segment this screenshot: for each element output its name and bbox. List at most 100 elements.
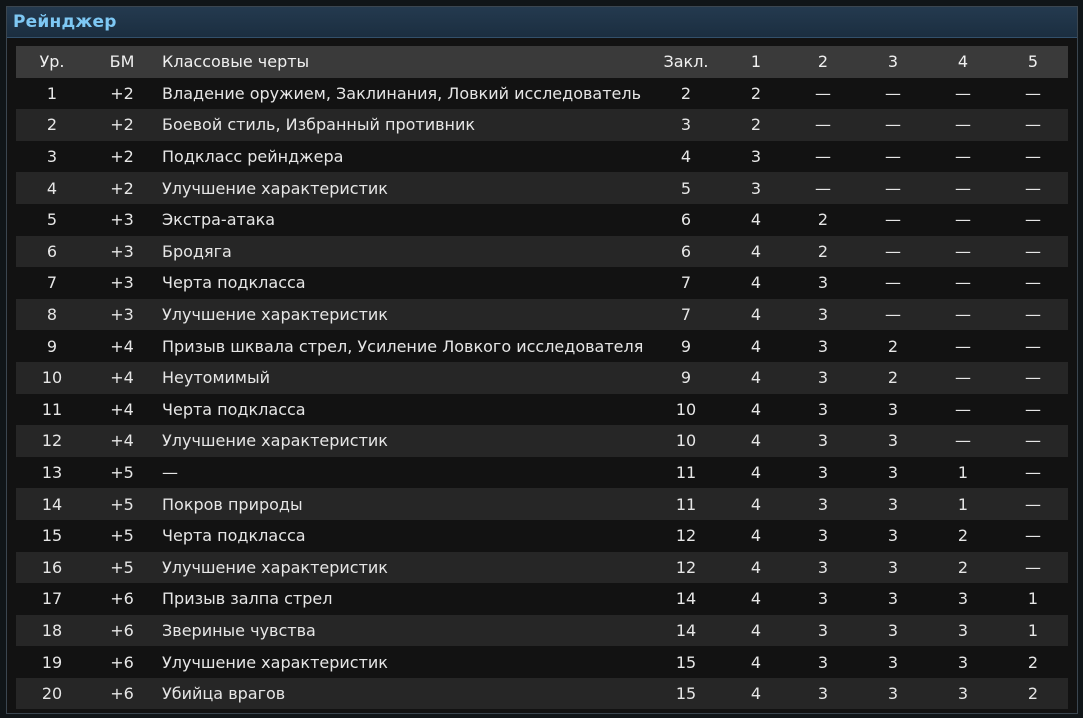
cell-slot-1: 4 <box>750 305 762 325</box>
cell-level: 8 <box>46 305 58 325</box>
table-row: 1 +2 Владение оружием, Заклинания, Ловкий … <box>16 77 1068 110</box>
cell-proficiency-bonus: +4 <box>110 399 134 419</box>
cell-class-features: Призыв залпа стрел <box>162 589 333 609</box>
table-row: 15 +5 Черта подкласса 12 4 3 3 2 — <box>16 519 1068 552</box>
cell-slot-1: 2 <box>750 115 762 135</box>
cell-slot-1: 4 <box>750 589 762 609</box>
cell-slot-1: 4 <box>750 652 762 672</box>
cell-slot-3: 3 <box>887 494 899 514</box>
cell-slot-3: 3 <box>887 526 899 546</box>
cell-slot-3: 2 <box>887 368 899 388</box>
cell-slot-5: — <box>1025 241 1041 261</box>
cell-class-features: Неутомимый <box>162 368 271 388</box>
cell-slot-4: — <box>955 83 971 103</box>
panel-title: Рейнджер <box>13 12 117 32</box>
cell-level: 18 <box>41 620 63 640</box>
cell-class-features: Звериные чувства <box>162 620 316 640</box>
cell-slot-2: 3 <box>817 589 829 609</box>
cell-slot-3: 3 <box>887 399 899 419</box>
header-class-features: Классовые черты <box>162 52 310 72</box>
cell-level: 14 <box>41 494 63 514</box>
cell-slot-4: — <box>955 241 971 261</box>
cell-slot-2: 3 <box>817 526 829 546</box>
table-row: 16 +5 Улучшение характеристик 12 4 3 3 2 — <box>16 551 1068 584</box>
cell-slot-3: 3 <box>887 620 899 640</box>
cell-slot-5: — <box>1025 115 1041 135</box>
table-row: 8 +3 Улучшение характеристик 7 4 3 — — — <box>16 298 1068 331</box>
cell-slot-4: — <box>955 178 971 198</box>
cell-slot-1: 4 <box>750 463 762 483</box>
table-row: 9 +4 Призыв шквала стрел, Усиление Ловкого… <box>16 330 1068 362</box>
cell-slot-2: 3 <box>817 368 829 388</box>
cell-slot-5: — <box>1025 526 1041 546</box>
table-row: 11 +4 Черта подкласса 10 4 3 3 — — <box>16 393 1068 426</box>
cell-level: 20 <box>41 684 63 704</box>
cell-slot-2: — <box>815 115 831 135</box>
cell-slot-5: — <box>1025 399 1041 419</box>
cell-class-features: Подкласс рейнджера <box>162 147 344 167</box>
cell-spells-known: 10 <box>675 431 697 451</box>
cell-proficiency-bonus: +6 <box>110 684 134 704</box>
cell-slot-2: 3 <box>817 305 829 325</box>
cell-slot-2: 3 <box>817 273 829 293</box>
cell-slot-5: — <box>1025 494 1041 514</box>
table-row: 2 +2 Боевой стиль, Избранный противник 3 2 — —… <box>16 109 1068 141</box>
header-slot-4: 4 <box>957 52 969 72</box>
cell-level: 13 <box>41 463 63 483</box>
cell-slot-1: 4 <box>750 526 762 546</box>
cell-slot-1: 4 <box>750 368 762 388</box>
cell-spells-known: 7 <box>680 273 692 293</box>
cell-spells-known: 15 <box>675 684 697 704</box>
cell-level: 19 <box>41 652 63 672</box>
cell-class-features: Бродяга <box>162 241 232 261</box>
cell-proficiency-bonus: +3 <box>110 241 134 261</box>
cell-class-features: Улучшение характеристик <box>162 557 388 577</box>
cell-spells-known: 15 <box>675 652 697 672</box>
cell-level: 16 <box>41 557 63 577</box>
cell-slot-2: 2 <box>817 210 829 230</box>
cell-slot-5: — <box>1025 83 1041 103</box>
cell-slot-4: 3 <box>957 620 969 640</box>
cell-proficiency-bonus: +5 <box>110 526 134 546</box>
cell-slot-5: — <box>1025 557 1041 577</box>
cell-slot-5: — <box>1025 210 1041 230</box>
cell-slot-3: 2 <box>887 336 899 356</box>
cell-level: 12 <box>41 431 63 451</box>
cell-slot-1: 3 <box>750 147 762 167</box>
cell-slot-1: 4 <box>750 620 762 640</box>
table-row: 6 +3 Бродяга 6 4 2 — — — <box>16 235 1068 268</box>
cell-slot-3: 3 <box>887 463 899 483</box>
cell-slot-3: — <box>885 147 901 167</box>
cell-slot-4: 3 <box>957 652 969 672</box>
cell-slot-5: — <box>1025 431 1041 451</box>
cell-slot-4: 3 <box>957 684 969 704</box>
cell-spells-known: 9 <box>680 368 692 388</box>
cell-class-features: Черта подкласса <box>162 526 306 546</box>
cell-proficiency-bonus: +2 <box>110 83 134 103</box>
table-row: 13 +5 — 11 4 3 3 1 — <box>16 456 1068 489</box>
cell-slot-3: — <box>885 210 901 230</box>
cell-slot-1: 4 <box>750 684 762 704</box>
cell-slot-2: 3 <box>817 652 829 672</box>
cell-slot-5: 1 <box>1027 589 1039 609</box>
cell-slot-1: 4 <box>750 336 762 356</box>
table-row: 20 +6 Убийца врагов 15 4 3 3 3 2 <box>16 677 1068 710</box>
cell-proficiency-bonus: +5 <box>110 463 134 483</box>
table-header: Ур. БМ Классовые черты Закл. 1 2 3 4 5 <box>16 46 1068 78</box>
header-row: Ур. БМ Классовые черты Закл. 1 2 3 4 5 <box>16 46 1068 78</box>
cell-level: 17 <box>41 589 63 609</box>
cell-slot-4: — <box>955 399 971 419</box>
table-row: 4 +2 Улучшение характеристик 5 3 — — — — <box>16 172 1068 204</box>
cell-class-features: Владение оружием, Заклинания, Ловкий исс… <box>162 83 642 103</box>
cell-slot-3: 3 <box>887 684 899 704</box>
cell-class-features: Покров природы <box>162 494 303 514</box>
cell-proficiency-bonus: +4 <box>110 368 134 388</box>
cell-slot-3: 3 <box>887 557 899 577</box>
cell-slot-5: — <box>1025 178 1041 198</box>
cell-spells-known: 7 <box>680 305 692 325</box>
cell-slot-2: 2 <box>817 241 829 261</box>
cell-slot-2: 3 <box>817 557 829 577</box>
cell-slot-2: 3 <box>817 463 829 483</box>
cell-level: 2 <box>46 115 58 135</box>
cell-proficiency-bonus: +4 <box>110 336 134 356</box>
